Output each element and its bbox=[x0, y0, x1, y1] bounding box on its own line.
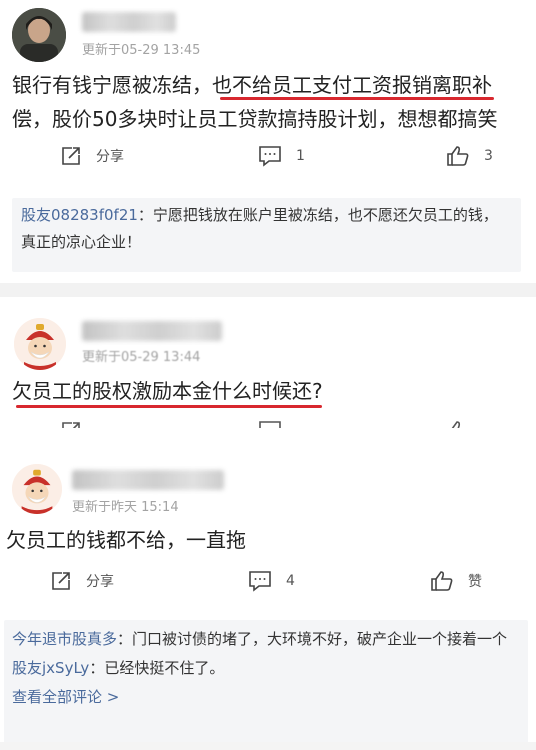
post-time: 更新于05-29 13:45 bbox=[82, 43, 201, 58]
comment-icon bbox=[259, 146, 281, 167]
red-underline bbox=[220, 97, 494, 100]
avatar[interactable] bbox=[12, 8, 66, 62]
comment-count: 1 bbox=[296, 148, 305, 164]
post-divider bbox=[0, 283, 536, 297]
like-label: 赞 bbox=[468, 574, 482, 590]
post-text: 欠员工的钱都不给，一直拖 bbox=[6, 528, 246, 552]
like-count: 3 bbox=[484, 148, 493, 164]
reply-item[interactable]: 股友jxSyLy：已经快挺不住了。 bbox=[12, 655, 516, 682]
like-button[interactable]: 3 bbox=[446, 145, 493, 167]
comment-icon bbox=[259, 421, 281, 428]
like-button[interactable]: 赞 bbox=[430, 570, 482, 592]
share-button[interactable]: 分享 bbox=[50, 570, 114, 592]
avatar[interactable] bbox=[12, 464, 62, 514]
username-blurred[interactable] bbox=[82, 321, 222, 341]
highlighted-text: 也不给员工支付工资报销离职 bbox=[212, 73, 472, 97]
post-text: 银行有钱宁愿被冻结，也不给员工支付工资报销离职补偿，股价50多块时让员工贷款搞持… bbox=[12, 73, 498, 131]
reply-username[interactable]: 股友jxSyLy bbox=[12, 659, 89, 677]
comment-count: 4 bbox=[286, 573, 295, 589]
reply-item[interactable]: 今年退市股真多：门口被讨债的堵了，大环境不好，破产企业一个接着一个 bbox=[12, 626, 516, 653]
comment-button[interactable]: 1 bbox=[258, 145, 305, 167]
reply-item[interactable]: 股友08283f0f21：宁愿把钱放在账户里被冻结，也不愿还欠员工的钱，真正的凉… bbox=[21, 202, 509, 256]
comment-icon bbox=[249, 571, 271, 592]
reply-list: 股友08283f0f21：宁愿把钱放在账户里被冻结，也不愿还欠员工的钱，真正的凉… bbox=[12, 198, 521, 272]
reply-list: 今年退市股真多：门口被讨债的堵了，大环境不好，破产企业一个接着一个 股友jxSy… bbox=[4, 620, 528, 744]
reply-text: ：已经快挺不住了。 bbox=[89, 659, 225, 677]
share-icon bbox=[62, 147, 80, 165]
post-time: 更新于05-29 13:44 bbox=[82, 350, 201, 365]
post-time: 更新于昨天 15:14 bbox=[72, 500, 179, 515]
post-text: 欠员工的股权激励本金什么时候还? bbox=[12, 379, 323, 403]
avatar[interactable] bbox=[14, 318, 66, 370]
username-blurred[interactable] bbox=[72, 470, 224, 490]
share-label: 分享 bbox=[86, 574, 114, 590]
red-underline bbox=[16, 405, 322, 408]
username-blurred[interactable] bbox=[82, 12, 176, 32]
comment-button[interactable]: 4 bbox=[248, 570, 295, 592]
reply-username[interactable]: 今年退市股真多 bbox=[12, 630, 117, 648]
thumbs-up-icon bbox=[451, 421, 461, 428]
view-all-comments-link[interactable]: 查看全部评论 > bbox=[12, 684, 516, 711]
reply-text: ：门口被讨债的堵了，大环境不好，破产企业一个接着一个 bbox=[117, 630, 508, 648]
reply-username[interactable]: 股友08283f0f21 bbox=[21, 206, 138, 224]
thumbs-up-icon bbox=[447, 146, 469, 166]
share-label: 分享 bbox=[96, 149, 124, 165]
share-button[interactable]: 分享 bbox=[60, 145, 124, 167]
thumbs-up-icon bbox=[431, 571, 453, 591]
crop-gap bbox=[0, 428, 536, 452]
share-icon bbox=[62, 422, 80, 428]
bottom-divider bbox=[0, 742, 536, 750]
share-icon bbox=[52, 572, 70, 590]
cropped-action-row bbox=[0, 418, 536, 428]
